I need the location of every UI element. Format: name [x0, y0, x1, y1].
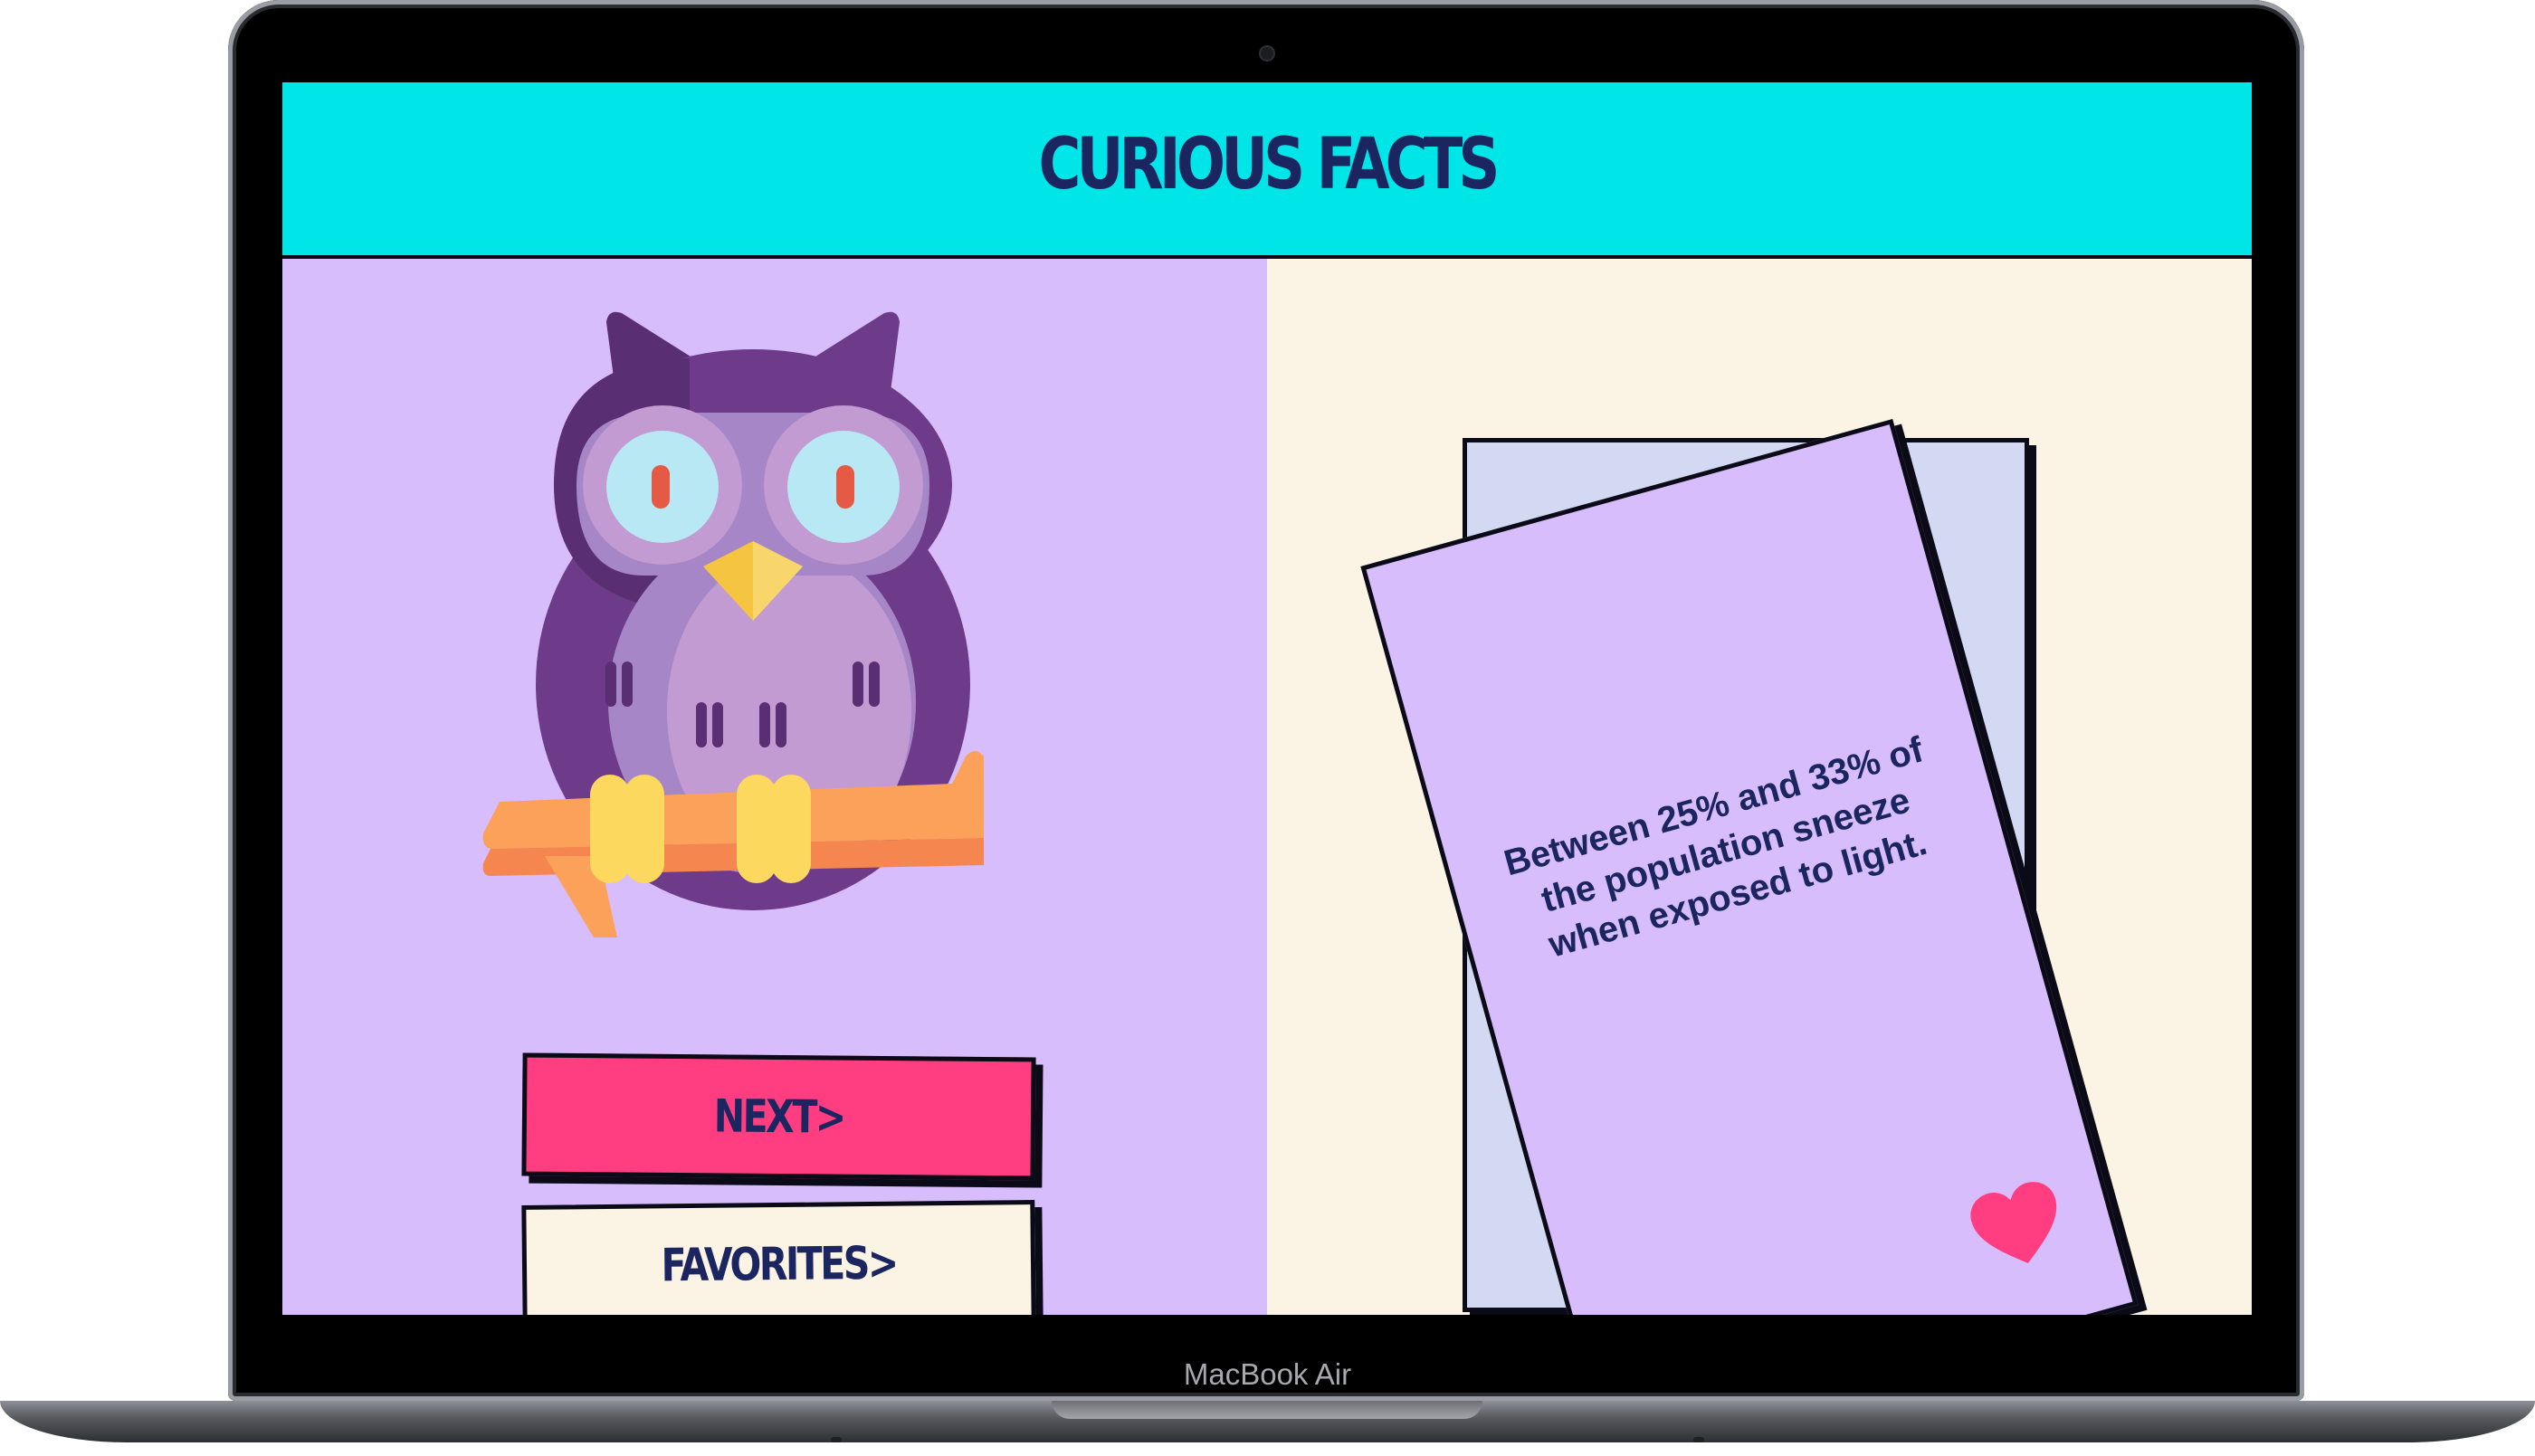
next-button-label: NEXT>	[713, 1090, 844, 1144]
owl-on-branch-icon	[482, 311, 984, 937]
right-panel: Between 25% and 33% of the population sn…	[1267, 259, 2252, 1315]
heart-icon[interactable]	[1963, 1175, 2072, 1277]
laptop-hinge-notch	[1052, 1401, 1482, 1419]
app-header: CURIOUS FACTS	[282, 82, 2252, 259]
favorites-button-label: FAVORITES>	[661, 1236, 897, 1292]
device-label: MacBook Air	[1183, 1357, 1352, 1391]
left-panel: NEXT> FAVORITES>	[282, 259, 1267, 1315]
laptop-foot	[1693, 1437, 1704, 1442]
laptop-foot	[831, 1437, 842, 1442]
app-screen: CURIOUS FACTS NEXT> FAVORITES> Between 2…	[282, 82, 2252, 1315]
page-title: CURIOUS FACTS	[1038, 124, 1500, 205]
favorites-button[interactable]: FAVORITES>	[521, 1200, 1036, 1315]
webcam	[1261, 47, 1273, 60]
fact-text: Between 25% and 33% of the population sn…	[1500, 729, 1931, 966]
next-button[interactable]: NEXT>	[521, 1052, 1036, 1181]
